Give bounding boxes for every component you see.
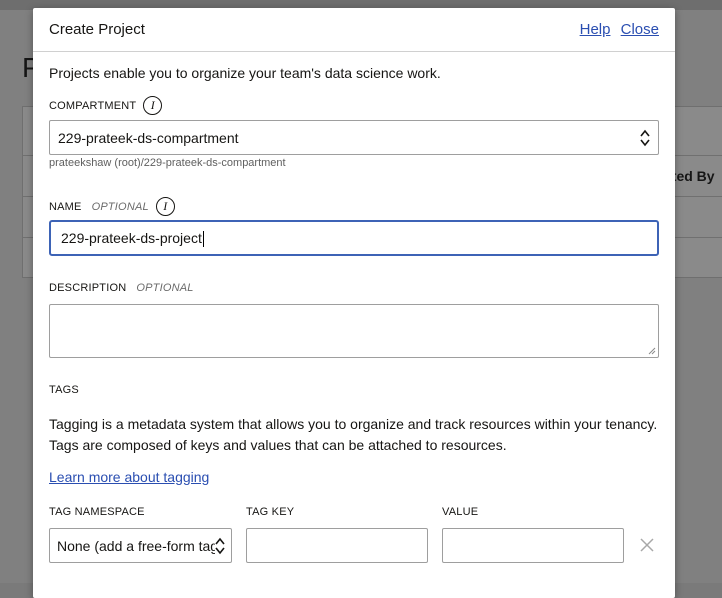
dialog-header: Create Project Help Close	[33, 8, 675, 52]
create-project-dialog: Create Project Help Close Projects enabl…	[33, 8, 675, 598]
description-label: DESCRIPTION	[49, 282, 127, 294]
name-input-value: 229-prateek-ds-project	[61, 230, 202, 246]
description-label-row: DESCRIPTION OPTIONAL	[49, 282, 194, 294]
close-x-icon[interactable]	[639, 537, 655, 553]
name-input[interactable]: 229-prateek-ds-project	[49, 220, 659, 256]
tags-description: Tagging is a metadata system that allows…	[49, 416, 658, 453]
tag-namespace-label: TAG NAMESPACE	[49, 506, 145, 518]
updown-chevron-icon	[640, 129, 650, 147]
dialog-header-links: Help Close	[574, 21, 659, 38]
compartment-select[interactable]: 229-prateek-ds-compartment	[49, 120, 659, 155]
description-textarea[interactable]	[49, 304, 659, 358]
close-link[interactable]: Close	[621, 21, 659, 38]
compartment-path-hint: prateekshaw (root)/229-prateek-ds-compar…	[49, 157, 286, 169]
tag-namespace-value: None (add a free-form tag)	[57, 538, 223, 554]
tag-value-label: VALUE	[442, 506, 479, 518]
info-icon[interactable]: i	[155, 197, 175, 216]
name-label-row: NAME OPTIONAL i	[49, 197, 175, 216]
compartment-label: COMPARTMENT	[49, 99, 137, 112]
compartment-label-row: COMPARTMENT i	[49, 96, 163, 115]
updown-chevron-icon	[215, 536, 225, 556]
name-label: NAME	[49, 200, 82, 213]
info-icon[interactable]: i	[143, 96, 163, 115]
intro-text: Projects enable you to organize your tea…	[49, 65, 441, 81]
resize-grip-icon[interactable]	[648, 347, 656, 355]
compartment-select-value: 229-prateek-ds-compartment	[58, 130, 239, 146]
tag-key-label: TAG KEY	[246, 506, 295, 518]
text-cursor	[202, 231, 204, 248]
name-optional-tag: OPTIONAL	[91, 200, 149, 213]
help-link[interactable]: Help	[580, 21, 611, 38]
tag-namespace-select[interactable]: None (add a free-form tag)	[49, 528, 232, 563]
description-optional-tag: OPTIONAL	[136, 282, 194, 294]
tag-key-input[interactable]	[246, 528, 428, 563]
tag-value-input[interactable]	[442, 528, 624, 563]
tags-label: TAGS	[49, 384, 79, 396]
learn-more-tagging-link[interactable]: Learn more about tagging	[49, 469, 209, 485]
dialog-title: Create Project	[49, 21, 145, 38]
